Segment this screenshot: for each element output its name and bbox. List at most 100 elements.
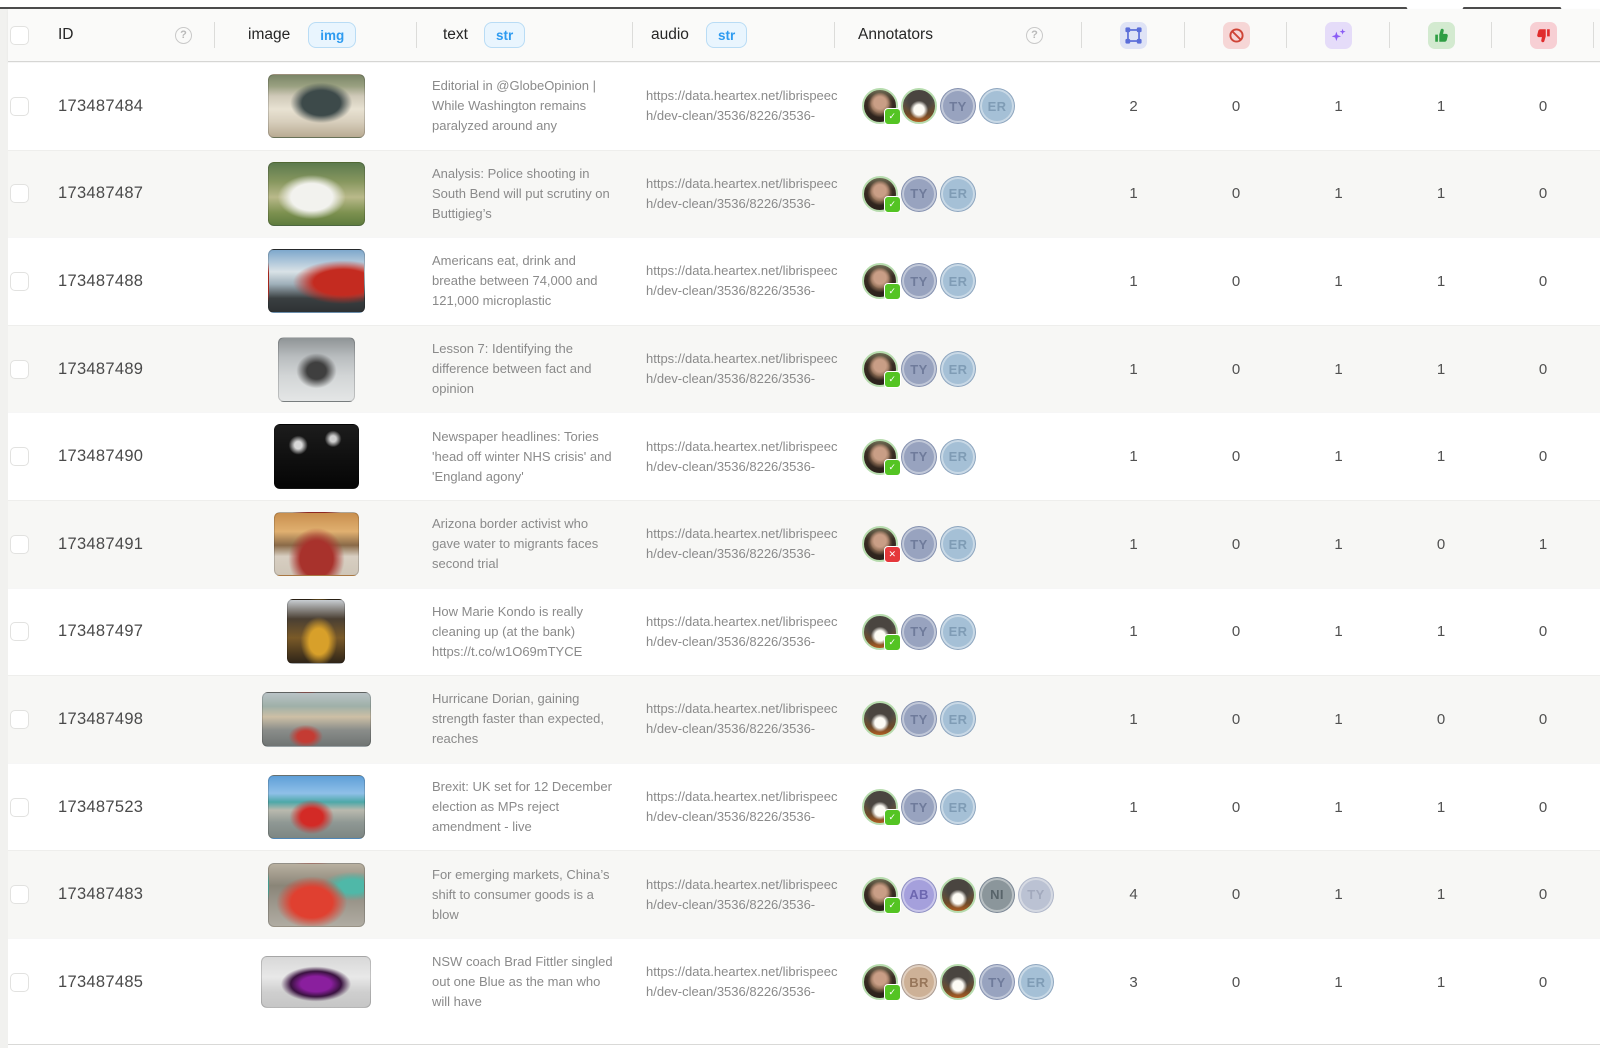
data-manager-table: ID ? image img text str audio str Annota… [8, 9, 1600, 1026]
table-row[interactable]: 173487491 Arizona border activist who ga… [8, 500, 1600, 588]
task-audio-cell: https://data.heartex.net/librispeech/dev… [633, 589, 835, 676]
header-cell-text[interactable]: text str [417, 9, 633, 61]
id-help-icon[interactable]: ? [175, 27, 192, 44]
row-tail [1594, 63, 1600, 150]
task-image-thumbnail[interactable] [262, 692, 371, 747]
annotation-accepted-badge-icon: ✓ [884, 283, 901, 300]
row-checkbox[interactable] [10, 885, 29, 904]
task-id: 173487523 [58, 798, 143, 817]
task-image-thumbnail[interactable] [278, 337, 355, 402]
task-image-cell [215, 326, 417, 413]
task-audio-cell: https://data.heartex.net/librispeech/dev… [633, 326, 835, 413]
annotators-cell: ✓TYER [835, 764, 1082, 851]
annotator-avatar: ER [940, 439, 976, 475]
rejected-count-icon [1530, 22, 1557, 49]
row-checkbox[interactable] [10, 622, 29, 641]
row-checkbox-cell [8, 676, 48, 763]
row-checkbox[interactable] [10, 97, 29, 116]
annotations-count: 3 [1082, 939, 1185, 1026]
header-cell-rejected-count[interactable] [1492, 9, 1594, 61]
table-row[interactable]: 173487523 Brexit: UK set for 12 December… [8, 763, 1600, 851]
task-image-thumbnail[interactable] [261, 956, 371, 1008]
header-cell-audio[interactable]: audio str [633, 9, 835, 61]
rejected-count: 0 [1492, 939, 1594, 1026]
predictions-count: 1 [1287, 151, 1390, 238]
accepted-count: 1 [1390, 851, 1492, 938]
task-image-thumbnail[interactable] [268, 863, 365, 927]
table-row[interactable]: 173487490 Newspaper headlines: Tories 'h… [8, 412, 1600, 500]
skipped-count: 0 [1185, 851, 1287, 938]
task-audio-cell: https://data.heartex.net/librispeech/dev… [633, 413, 835, 500]
header-cell-id[interactable]: ID ? [48, 9, 215, 61]
task-text: Editorial in @GlobeOpinion | While Washi… [432, 76, 618, 136]
annotators-cell: ✓TYER [835, 589, 1082, 676]
row-checkbox[interactable] [10, 535, 29, 554]
table-row[interactable]: 173487488 Americans eat, drink and breat… [8, 237, 1600, 325]
table-row[interactable]: 173487483 For emerging markets, China’s … [8, 850, 1600, 938]
row-checkbox[interactable] [10, 710, 29, 729]
table-row[interactable]: 173487484 Editorial in @GlobeOpinion | W… [8, 62, 1600, 150]
row-tail [1594, 589, 1600, 676]
row-checkbox-cell [8, 764, 48, 851]
header-cell-annotators[interactable]: Annotators ? [835, 9, 1082, 61]
table-row[interactable]: 173487487 Analysis: Police shooting in S… [8, 150, 1600, 238]
row-checkbox-cell [8, 851, 48, 938]
table-row[interactable]: 173487498 Hurricane Dorian, gaining stre… [8, 675, 1600, 763]
select-all-checkbox[interactable] [10, 26, 29, 45]
row-checkbox[interactable] [10, 973, 29, 992]
annotators-cell: ✓TYER [835, 151, 1082, 238]
task-image-thumbnail[interactable] [274, 512, 359, 576]
task-image-thumbnail[interactable] [274, 424, 359, 489]
skipped-count: 0 [1185, 501, 1287, 588]
row-tail [1594, 151, 1600, 238]
rejected-count: 0 [1492, 589, 1594, 676]
annotator-avatar: TY [979, 964, 1015, 1000]
annotations-count: 1 [1082, 501, 1185, 588]
column-label-id: ID [58, 26, 74, 44]
rejected-count: 0 [1492, 326, 1594, 413]
task-image-thumbnail[interactable] [268, 74, 365, 138]
annotations-count: 1 [1082, 151, 1185, 238]
task-audio-cell: https://data.heartex.net/librispeech/dev… [633, 63, 835, 150]
task-audio-cell: https://data.heartex.net/librispeech/dev… [633, 151, 835, 238]
predictions-count: 1 [1287, 676, 1390, 763]
table-row[interactable]: 173487485 NSW coach Brad Fittler singled… [8, 938, 1600, 1026]
row-tail [1594, 764, 1600, 851]
table-row[interactable]: 173487489 Lesson 7: Identifying the diff… [8, 325, 1600, 413]
annotations-count: 1 [1082, 326, 1185, 413]
task-text-cell: How Marie Kondo is really cleaning up (a… [417, 589, 633, 676]
task-image-cell [215, 851, 417, 938]
header-cell-image[interactable]: image img [215, 9, 417, 61]
row-checkbox[interactable] [10, 184, 29, 203]
row-checkbox[interactable] [10, 272, 29, 291]
row-checkbox[interactable] [10, 447, 29, 466]
annotator-avatar: TY [901, 701, 937, 737]
accepted-count: 1 [1390, 63, 1492, 150]
annotators-help-icon[interactable]: ? [1026, 27, 1043, 44]
rejected-count: 0 [1492, 63, 1594, 150]
task-image-thumbnail[interactable] [268, 249, 365, 313]
task-image-thumbnail[interactable] [268, 775, 365, 839]
header-cell-skipped-count[interactable] [1185, 9, 1287, 61]
annotators-cell: ✓BRTYER [835, 939, 1082, 1026]
table-row[interactable]: 173487497 How Marie Kondo is really clea… [8, 588, 1600, 676]
task-text: Analysis: Police shooting in South Bend … [432, 164, 618, 224]
header-cell-predictions-count[interactable] [1287, 9, 1390, 61]
row-checkbox[interactable] [10, 798, 29, 817]
task-id-cell: 173487497 [48, 589, 215, 676]
task-image-thumbnail[interactable] [268, 162, 365, 226]
skipped-count: 0 [1185, 326, 1287, 413]
annotator-avatar-woman: ✓ [862, 263, 898, 299]
header-cell-accepted-count[interactable] [1390, 9, 1492, 61]
task-image-thumbnail[interactable] [287, 599, 345, 664]
row-checkbox[interactable] [10, 360, 29, 379]
row-tail [1594, 939, 1600, 1026]
skipped-count: 0 [1185, 151, 1287, 238]
header-cell-annotations-count[interactable] [1082, 9, 1185, 61]
predictions-count: 1 [1287, 501, 1390, 588]
annotator-avatar: TY [901, 176, 937, 212]
column-label-audio: audio [651, 26, 689, 44]
annotator-avatar: TY [1018, 877, 1054, 913]
task-id: 173487484 [58, 97, 143, 116]
row-checkbox-cell [8, 326, 48, 413]
